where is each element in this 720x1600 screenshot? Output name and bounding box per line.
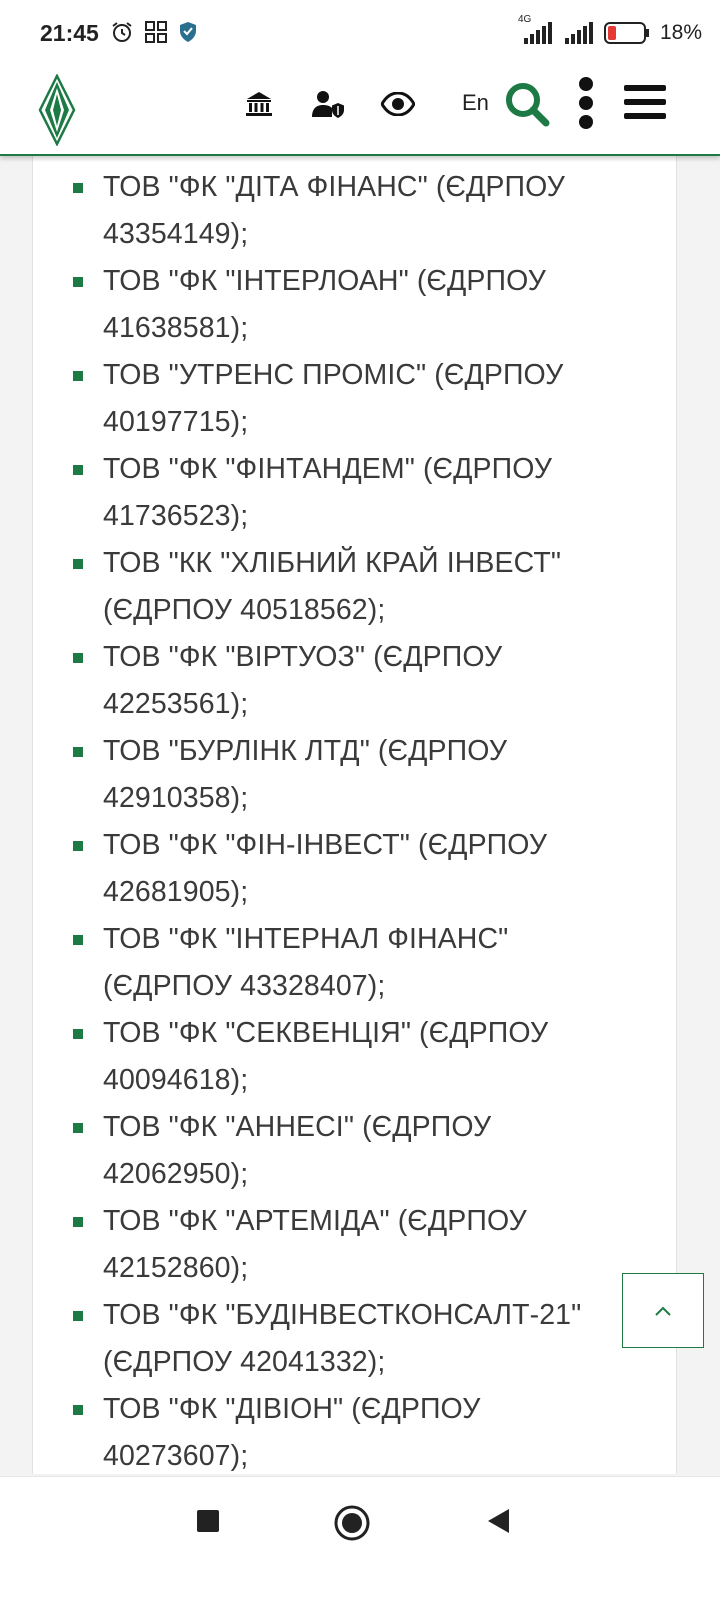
- company-name-line: ТОВ "ФК "ІНТЕРНАЛ ФІНАНС": [103, 923, 509, 955]
- bullet-icon: [73, 559, 83, 569]
- bullet-icon: [73, 935, 83, 945]
- app-grid-icon: [145, 21, 167, 43]
- alarm-icon: [112, 22, 132, 42]
- shield-icon: [180, 22, 196, 42]
- bullet-icon: [73, 371, 83, 381]
- accessibility-user-icon[interactable]: [310, 84, 346, 124]
- status-notification-icons: [110, 20, 198, 44]
- list-item: ТОВ "ФК "БУДІНВЕСТКОНСАЛТ-21" (ЄДРПОУ 420…: [33, 1292, 676, 1386]
- scroll-to-top-button[interactable]: [622, 1273, 704, 1348]
- company-code-line: (ЄДРПОУ 40518562);: [103, 594, 386, 626]
- more-vertical-icon[interactable]: [574, 76, 598, 130]
- bullet-icon: [73, 841, 83, 851]
- company-name-line: ТОВ "УТРЕНС ПРОМІС" (ЄДРПОУ: [103, 359, 564, 391]
- status-system-icons: 4G 18%: [518, 14, 702, 46]
- list-item: ТОВ "ФК "АННЕСІ" (ЄДРПОУ 42062950);: [33, 1104, 676, 1198]
- company-code-line: (ЄДРПОУ 42041332);: [103, 1346, 386, 1378]
- list-item: ТОВ "ФК "ФІНТАНДЕМ" (ЄДРПОУ 41736523);: [33, 446, 676, 540]
- company-code-line: 41638581);: [103, 312, 249, 344]
- mobile-signal: 4G: [518, 14, 554, 46]
- company-code-line: 42681905);: [103, 876, 249, 908]
- company-code-line: 40197715);: [103, 406, 249, 438]
- company-name-line: ТОВ "ФК "ДІТА ФІНАНС" (ЄДРПОУ: [103, 171, 565, 203]
- recents-button[interactable]: [190, 1503, 226, 1539]
- list-item: ТОВ "ФК "СЕКВЕНЦІЯ" (ЄДРПОУ 40094618);: [33, 1010, 676, 1104]
- institution-icon[interactable]: [244, 84, 274, 124]
- list-item: ТОВ "УТРЕНС ПРОМІС" (ЄДРПОУ 40197715);: [33, 352, 676, 446]
- bullet-icon: [73, 1311, 83, 1321]
- company-code-line: 41736523);: [103, 500, 249, 532]
- company-name-line: ТОВ "ФК "ФІНТАНДЕМ" (ЄДРПОУ: [103, 453, 553, 485]
- company-name-line: ТОВ "КК "ХЛІБНИЙ КРАЙ ІНВЕСТ": [103, 547, 562, 579]
- battery-icon: [603, 22, 649, 44]
- bullet-icon: [73, 653, 83, 663]
- logo[interactable]: [36, 74, 78, 146]
- back-triangle-icon: [488, 1509, 509, 1533]
- signal-icon: [523, 22, 552, 44]
- bullet-icon: [73, 1123, 83, 1133]
- bullet-icon: [73, 1029, 83, 1039]
- company-name-line: ТОВ "ФК "ФІН-ІНВЕСТ" (ЄДРПОУ: [103, 829, 548, 861]
- company-list: ТОВ "ФК "ДІТА ФІНАНС" (ЄДРПОУ 43354149); Т…: [33, 164, 676, 1480]
- bullet-icon: [73, 277, 83, 287]
- home-button[interactable]: [332, 1503, 372, 1543]
- bullet-icon: [73, 183, 83, 193]
- list-item: ТОВ "ФК "ФІН-ІНВЕСТ" (ЄДРПОУ 42681905);: [33, 822, 676, 916]
- list-item: ТОВ "ФК "ІНТЕРНАЛ ФІНАНС" (ЄДРПОУ 4332840…: [33, 916, 676, 1010]
- company-name-line: ТОВ "ФК "ВІРТУОЗ" (ЄДРПОУ: [103, 641, 503, 673]
- company-code-line: 40273607);: [103, 1440, 249, 1472]
- bullet-icon: [73, 465, 83, 475]
- list-item: ТОВ "ФК "ДІВІОН" (ЄДРПОУ 40273607);: [33, 1386, 676, 1480]
- list-item: ТОВ "ФК "ВІРТУОЗ" (ЄДРПОУ 42253561);: [33, 634, 676, 728]
- company-name-line: ТОВ "ФК "АРТЕМІДА" (ЄДРПОУ: [103, 1205, 527, 1237]
- company-code-line: 42152860);: [103, 1252, 249, 1284]
- list-item: ТОВ "ФК "АРТЕМІДА" (ЄДРПОУ 42152860);: [33, 1198, 676, 1292]
- search-icon[interactable]: [503, 80, 551, 128]
- content-card: ТОВ "ФК "ДІТА ФІНАНС" (ЄДРПОУ 43354149); Т…: [32, 154, 677, 1474]
- company-code-line: 42910358);: [103, 782, 249, 814]
- home-circle-icon: [334, 1505, 370, 1541]
- status-time: 21:45: [40, 20, 99, 46]
- screen: 21:45 4G 18% En ТОВ "ФК "ДІТА ФІНАНС" (Є…: [0, 0, 720, 1600]
- status-bar: 21:45 4G 18%: [0, 0, 720, 66]
- eye-icon[interactable]: [380, 84, 416, 124]
- bullet-icon: [73, 1405, 83, 1415]
- menu-icon[interactable]: [622, 80, 668, 124]
- company-code-line: 40094618);: [103, 1064, 249, 1096]
- company-name-line: ТОВ "ФК "БУДІНВЕСТКОНСАЛТ-21": [103, 1299, 582, 1331]
- list-item: ТОВ "БУРЛІНК ЛТД" (ЄДРПОУ 42910358);: [33, 728, 676, 822]
- bullet-icon: [73, 747, 83, 757]
- recents-square-icon: [197, 1510, 219, 1532]
- battery-percent: 18%: [659, 21, 702, 44]
- list-item: ТОВ "ФК "ІНТЕРЛОАН" (ЄДРПОУ 41638581);: [33, 258, 676, 352]
- bullet-icon: [73, 1217, 83, 1227]
- company-name-line: ТОВ "ФК "СЕКВЕНЦІЯ" (ЄДРПОУ: [103, 1017, 549, 1049]
- system-nav-bar: [0, 1476, 720, 1600]
- company-name-line: ТОВ "БУРЛІНК ЛТД" (ЄДРПОУ: [103, 735, 508, 767]
- company-name-line: ТОВ "ФК "ДІВІОН" (ЄДРПОУ: [103, 1393, 481, 1425]
- language-switch[interactable]: En: [462, 90, 489, 116]
- company-code-line: 42062950);: [103, 1158, 249, 1190]
- company-code-line: 43354149);: [103, 218, 249, 250]
- company-code-line: 42253561);: [103, 688, 249, 720]
- chevron-up-icon: [655, 1306, 671, 1316]
- list-item: ТОВ "КК "ХЛІБНИЙ КРАЙ ІНВЕСТ" (ЄДРПОУ 405…: [33, 540, 676, 634]
- back-button[interactable]: [480, 1503, 516, 1539]
- company-name-line: ТОВ "ФК "ІНТЕРЛОАН" (ЄДРПОУ: [103, 265, 546, 297]
- company-name-line: ТОВ "ФК "АННЕСІ" (ЄДРПОУ: [103, 1111, 492, 1143]
- list-item: ТОВ "ФК "ДІТА ФІНАНС" (ЄДРПОУ 43354149);: [33, 164, 676, 258]
- signal-icon: [564, 22, 593, 44]
- site-header: En: [0, 66, 720, 156]
- company-code-line: (ЄДРПОУ 43328407);: [103, 970, 386, 1002]
